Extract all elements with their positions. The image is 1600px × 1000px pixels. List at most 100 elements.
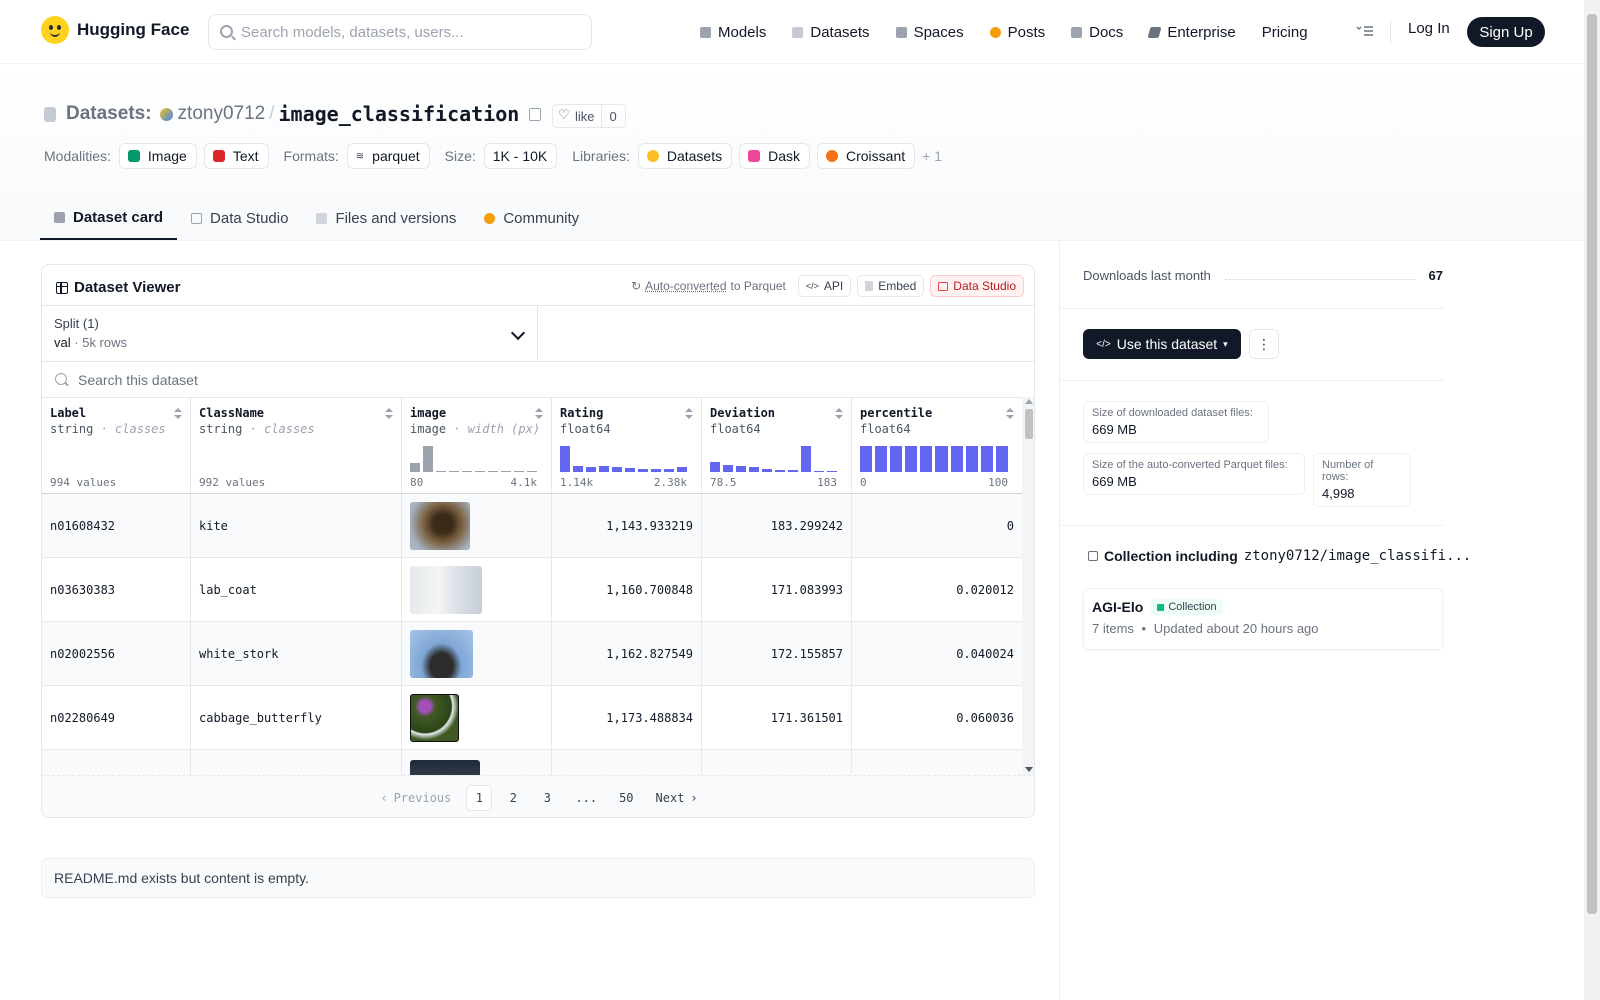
copy-icon[interactable]	[529, 107, 542, 121]
split-selector[interactable]: Split (1) val · 5k rows	[42, 305, 538, 361]
scrollbar-thumb[interactable]	[1025, 409, 1033, 439]
image-thumbnail[interactable]	[410, 630, 473, 678]
histogram-bar[interactable]	[560, 446, 570, 472]
histogram-bar[interactable]	[775, 469, 785, 472]
histogram-bar[interactable]	[625, 468, 635, 472]
column-header-percentile[interactable]: percentile float64 0 100	[852, 398, 1022, 494]
brand-logo[interactable]: Hugging Face	[41, 16, 189, 44]
nav-models[interactable]: Models	[700, 18, 766, 46]
nav-datasets[interactable]: Datasets	[792, 18, 870, 46]
histogram-bar[interactable]	[736, 466, 746, 472]
histogram-bar[interactable]	[950, 446, 963, 472]
image-thumbnail[interactable]	[410, 694, 459, 742]
histogram-bar[interactable]	[875, 446, 888, 472]
nav-posts[interactable]: Posts	[989, 18, 1045, 46]
like-button[interactable]: like 0	[552, 104, 626, 128]
histogram-bar[interactable]	[462, 470, 472, 472]
histogram-bar[interactable]	[801, 446, 811, 472]
table-scrollbar[interactable]	[1022, 397, 1034, 775]
more-libraries[interactable]: + 1	[922, 148, 942, 164]
histogram-bar[interactable]	[664, 469, 674, 472]
image-thumbnail[interactable]	[410, 566, 482, 614]
column-histogram[interactable]	[410, 446, 537, 472]
nav-spaces[interactable]: Spaces	[895, 18, 964, 46]
image-thumbnail[interactable]	[410, 760, 480, 775]
histogram-bar[interactable]	[749, 467, 759, 472]
column-header-classname[interactable]: ClassName string · classes 992 values	[191, 398, 402, 494]
histogram-bar[interactable]	[788, 470, 798, 472]
sort-icon[interactable]	[385, 408, 393, 420]
tag-library-dask[interactable]: Dask	[739, 143, 810, 169]
table-row[interactable]: n03630383 lab_coat 1,160.700848 171.0839…	[42, 558, 1022, 622]
login-link[interactable]: Log In	[1408, 20, 1450, 37]
histogram-bar[interactable]	[573, 465, 583, 472]
column-header-rating[interactable]: Rating float64 1.14k 2.38k	[552, 398, 702, 494]
tab-community[interactable]: Community	[470, 196, 593, 240]
tag-format-parquet[interactable]: ≋ parquet	[346, 143, 430, 169]
tag-modality-text[interactable]: Text	[203, 143, 269, 169]
menu-icon[interactable]	[1356, 24, 1374, 38]
histogram-bar[interactable]	[612, 467, 622, 472]
column-histogram[interactable]	[860, 446, 1008, 472]
column-histogram[interactable]	[710, 446, 837, 472]
page-button[interactable]: 50	[612, 785, 640, 811]
auto-converted-link[interactable]: Auto-converted	[645, 279, 726, 293]
tag-library-croissant[interactable]: Croissant	[817, 143, 916, 169]
histogram-bar[interactable]	[638, 468, 648, 472]
use-this-dataset-button[interactable]: </> Use this dataset ▾	[1083, 329, 1241, 359]
histogram-bar[interactable]	[586, 467, 596, 472]
tag-library-datasets[interactable]: Datasets	[637, 143, 733, 169]
tag-size[interactable]: 1K - 10K	[483, 143, 558, 169]
histogram-bar[interactable]	[514, 470, 524, 472]
global-search-input[interactable]: Search models, datasets, users...	[208, 14, 592, 50]
histogram-bar[interactable]	[410, 462, 420, 472]
tab-dataset-card[interactable]: Dataset card	[40, 196, 178, 240]
owner-link[interactable]: ztony0712	[178, 103, 266, 125]
sort-icon[interactable]	[1006, 408, 1014, 420]
histogram-bar[interactable]	[890, 446, 903, 472]
histogram-bar[interactable]	[599, 466, 609, 472]
dataset-search-input[interactable]: Search this dataset	[42, 361, 1034, 397]
page-scrollbar-thumb[interactable]	[1587, 14, 1597, 914]
histogram-bar[interactable]	[965, 446, 978, 472]
table-row[interactable]: n01608432 kite 1,143.933219 183.299242 0	[42, 494, 1022, 558]
data-studio-button[interactable]: Data Studio	[930, 275, 1024, 297]
column-histogram[interactable]	[560, 446, 687, 472]
like-toggle[interactable]: like	[553, 105, 602, 127]
histogram-bar[interactable]	[449, 470, 459, 472]
next-page-button[interactable]: Next ›	[649, 785, 705, 811]
table-row[interactable]: n02280649 cabbage_butterfly 1,173.488834…	[42, 686, 1022, 750]
histogram-bar[interactable]	[423, 446, 433, 472]
page-button[interactable]: 1	[466, 784, 493, 811]
table-row[interactable]: n02002556 white_stork 1,162.827549 172.1…	[42, 622, 1022, 686]
histogram-bar[interactable]	[920, 446, 933, 472]
histogram-bar[interactable]	[762, 468, 772, 472]
histogram-bar[interactable]	[860, 446, 873, 472]
sort-icon[interactable]	[535, 408, 543, 420]
sort-icon[interactable]	[174, 408, 182, 420]
column-header-deviation[interactable]: Deviation float64 78.5 183	[702, 398, 852, 494]
tab-files-and-versions[interactable]: Files and versions	[302, 196, 470, 240]
page-scrollbar[interactable]	[1584, 0, 1600, 1000]
collection-card[interactable]: AGI-Elo Collection 7 items • Updated abou…	[1083, 588, 1443, 650]
tab-data-studio[interactable]: Data Studio	[177, 196, 302, 240]
histogram-bar[interactable]	[710, 461, 720, 472]
column-header-label[interactable]: Label string · classes 994 values	[42, 398, 191, 494]
histogram-bar[interactable]	[814, 470, 824, 472]
sort-icon[interactable]	[835, 408, 843, 420]
sort-icon[interactable]	[685, 408, 693, 420]
signup-button[interactable]: Sign Up	[1467, 17, 1545, 47]
scroll-down-arrow-icon[interactable]	[1025, 767, 1033, 772]
page-button[interactable]: 2	[500, 785, 526, 811]
histogram-bar[interactable]	[475, 470, 485, 472]
histogram-bar[interactable]	[827, 470, 837, 472]
histogram-bar[interactable]	[723, 464, 733, 472]
nav-docs[interactable]: Docs	[1071, 18, 1123, 46]
table-row[interactable]	[42, 750, 1022, 775]
section-label[interactable]: Datasets:	[66, 103, 152, 125]
image-thumbnail[interactable]	[410, 502, 470, 550]
previous-page-button[interactable]: ‹ Previous	[373, 785, 458, 811]
embed-button[interactable]: Embed	[857, 275, 925, 297]
column-header-image[interactable]: image image · width (px) 80 4.1k	[402, 398, 552, 494]
histogram-bar[interactable]	[527, 470, 537, 472]
